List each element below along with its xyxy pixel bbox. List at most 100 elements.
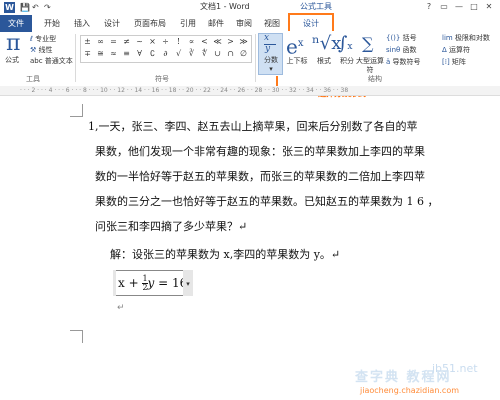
bracket-icon: {()} — [386, 34, 403, 42]
symbol-button[interactable]: ~ — [133, 36, 146, 47]
fraction-button[interactable]: x y 分数 ▾ — [258, 33, 283, 75]
title-bar: W 💾 ↶ ↷ 文档1 - Word 公式工具 ? ▭ — □ ✕ — [0, 0, 500, 15]
symbol-button[interactable]: ∅ — [237, 48, 250, 59]
symbol-button[interactable]: ± — [81, 36, 94, 47]
tools-group-label: 工具 — [26, 75, 40, 83]
symbol-button[interactable]: ≫ — [237, 36, 250, 47]
symbol-button[interactable]: ∝ — [185, 36, 198, 47]
chevron-down-icon: ▾ — [269, 65, 273, 73]
undo-icon[interactable]: ↶ — [32, 2, 39, 13]
horizontal-ruler[interactable]: · · · 2 · · · 4 · · · 6 · · · 8 · · · 10… — [0, 86, 500, 96]
symbol-button[interactable]: √ — [172, 48, 185, 59]
symbol-button[interactable]: × — [146, 36, 159, 47]
symbol-button[interactable]: ∞ — [94, 36, 107, 47]
symbol-button[interactable]: ∁ — [146, 48, 159, 59]
symbol-button[interactable]: ≅ — [94, 48, 107, 59]
ribbon-display-button[interactable]: ▭ — [437, 1, 451, 13]
professional-option[interactable]: ℓ 专业型 — [30, 34, 56, 44]
symbol-button[interactable]: ÷ — [159, 36, 172, 47]
symbol-button[interactable]: ! — [172, 36, 185, 47]
script-icon[interactable]: ex — [286, 32, 303, 59]
symbol-button[interactable]: ≪ — [211, 36, 224, 47]
tab-references[interactable]: 引用 — [176, 15, 200, 32]
symbol-button[interactable]: ∜ — [198, 48, 211, 59]
symbol-button[interactable]: ∀ — [133, 48, 146, 59]
equation-options-dropdown[interactable]: ▾ — [183, 270, 193, 296]
tab-view[interactable]: 视图 — [260, 15, 284, 32]
tab-review[interactable]: 审阅 — [232, 15, 256, 32]
watermark-brand: 查字典 教程网 — [355, 370, 452, 385]
equation-icon[interactable]: π — [6, 32, 20, 56]
paragraph-line[interactable]: 数的一半恰好等于赵五的苹果数，而张三的苹果数的二倍加上李四苹 — [95, 165, 425, 189]
fraction-icon-denominator: y — [265, 44, 271, 54]
window-title: 文档1 - Word — [200, 2, 250, 11]
matrix-icon: [⁞] — [442, 58, 452, 66]
equation-move-handle[interactable] — [113, 270, 116, 296]
context-tab-group-title: 公式工具 — [300, 2, 332, 11]
symbol-button[interactable]: ∂ — [159, 48, 172, 59]
paragraph-line[interactable]: 果数的三分之一也恰好等于赵五的苹果数。已知赵五的苹果数为 1 6 ， — [95, 190, 439, 214]
symbol-button[interactable]: ∛ — [185, 48, 198, 59]
limit-icon: lim — [442, 34, 455, 42]
script-caption[interactable]: 上下标 — [284, 57, 310, 66]
fraction-caption: 分数 — [264, 56, 278, 64]
integral-icon[interactable]: ∫x — [338, 32, 352, 59]
symbol-button[interactable]: < — [198, 36, 211, 47]
symbol-button[interactable]: ∓ — [81, 48, 94, 59]
linear-option[interactable]: ⚒ 线性 — [30, 45, 53, 55]
matrix-button[interactable]: [⁞] 矩阵 — [442, 57, 466, 67]
maximize-button[interactable]: □ — [467, 1, 481, 13]
group-divider — [255, 34, 256, 82]
structures-group-label: 结构 — [368, 75, 382, 83]
radical-caption[interactable]: 根式 — [312, 57, 336, 66]
watermark-url: jiaocheng.chazidian.com — [360, 386, 460, 395]
redo-icon[interactable]: ↷ — [44, 2, 51, 13]
save-icon[interactable]: 💾 — [20, 2, 30, 13]
accent-button[interactable]: ä 导数符号 — [386, 57, 421, 67]
equation-lhs: x + — [118, 276, 143, 290]
help-button[interactable]: ? — [422, 1, 436, 13]
function-icon: sinθ — [386, 46, 403, 54]
bracket-button[interactable]: {()} 括号 — [386, 33, 417, 43]
tab-mailings[interactable]: 邮件 — [204, 15, 228, 32]
fraction-icon: x — [264, 33, 270, 43]
large-operator-icon[interactable]: ∑ — [362, 32, 373, 56]
normal-text-option[interactable]: abc 普通文本 — [30, 56, 73, 66]
close-button[interactable]: ✕ — [482, 1, 496, 13]
function-button[interactable]: sinθ 函数 — [386, 45, 417, 55]
margin-corner-mark — [70, 330, 83, 343]
operator-icon: Δ — [442, 46, 450, 54]
limit-log-button[interactable]: lim 极限和对数 — [442, 33, 490, 43]
ribbon: π 公式 ℓ 专业型 ⚒ 线性 abc 普通文本 工具 ± ∞ = ≠ ~ × … — [0, 32, 500, 87]
symbol-button[interactable]: ≠ — [120, 36, 133, 47]
radical-icon[interactable]: ⁿ√x — [312, 32, 341, 56]
equation-button-label[interactable]: 公式 — [4, 56, 20, 65]
operator-button[interactable]: Δ 运算符 — [442, 45, 470, 55]
paragraph-line[interactable]: 1,一天，张三、李四、赵五去山上摘苹果，回来后分别数了各自的苹 — [88, 115, 418, 139]
linear-icon: ⚒ — [30, 46, 39, 54]
symbol-button[interactable]: ∩ — [224, 48, 237, 59]
paragraph-line[interactable]: 果数，他们发现一个非常有趣的现象：张三的苹果数加上李四的苹果 — [95, 140, 425, 164]
symbols-group-label: 符号 — [155, 75, 169, 83]
tab-file[interactable]: 文件 — [0, 15, 32, 32]
group-divider — [75, 34, 76, 82]
symbol-button[interactable]: > — [224, 36, 237, 47]
solution-line[interactable]: 解：设张三的苹果数为 x,李四的苹果数为 y。↵ — [110, 243, 340, 267]
symbol-button[interactable]: = — [107, 36, 120, 47]
large-operator-caption[interactable]: 大型运算符 — [355, 57, 385, 75]
word-app-icon[interactable]: W — [4, 2, 15, 13]
chevron-down-icon: ▾ — [186, 280, 190, 288]
paragraph-line[interactable]: 问张三和李四摘了多少苹果？↵ — [95, 215, 247, 239]
minimize-button[interactable]: — — [452, 1, 466, 13]
tab-page-layout[interactable]: 页面布局 — [130, 15, 170, 32]
tab-home[interactable]: 开始 — [40, 15, 64, 32]
symbol-button[interactable]: ≡ — [120, 48, 133, 59]
paragraph-mark: ↵ — [117, 303, 125, 313]
symbol-button[interactable]: ≈ — [107, 48, 120, 59]
tab-design-main[interactable]: 设计 — [100, 15, 124, 32]
ribbon-tab-bar: 文件 开始 插入 设计 页面布局 引用 邮件 审阅 视图 — [0, 15, 500, 33]
tab-insert[interactable]: 插入 — [70, 15, 94, 32]
tab-equation-design[interactable]: 设计 — [288, 13, 334, 31]
symbol-button[interactable]: ∪ — [211, 48, 224, 59]
equation-content[interactable]: x + 12y = 16 — [118, 273, 187, 293]
